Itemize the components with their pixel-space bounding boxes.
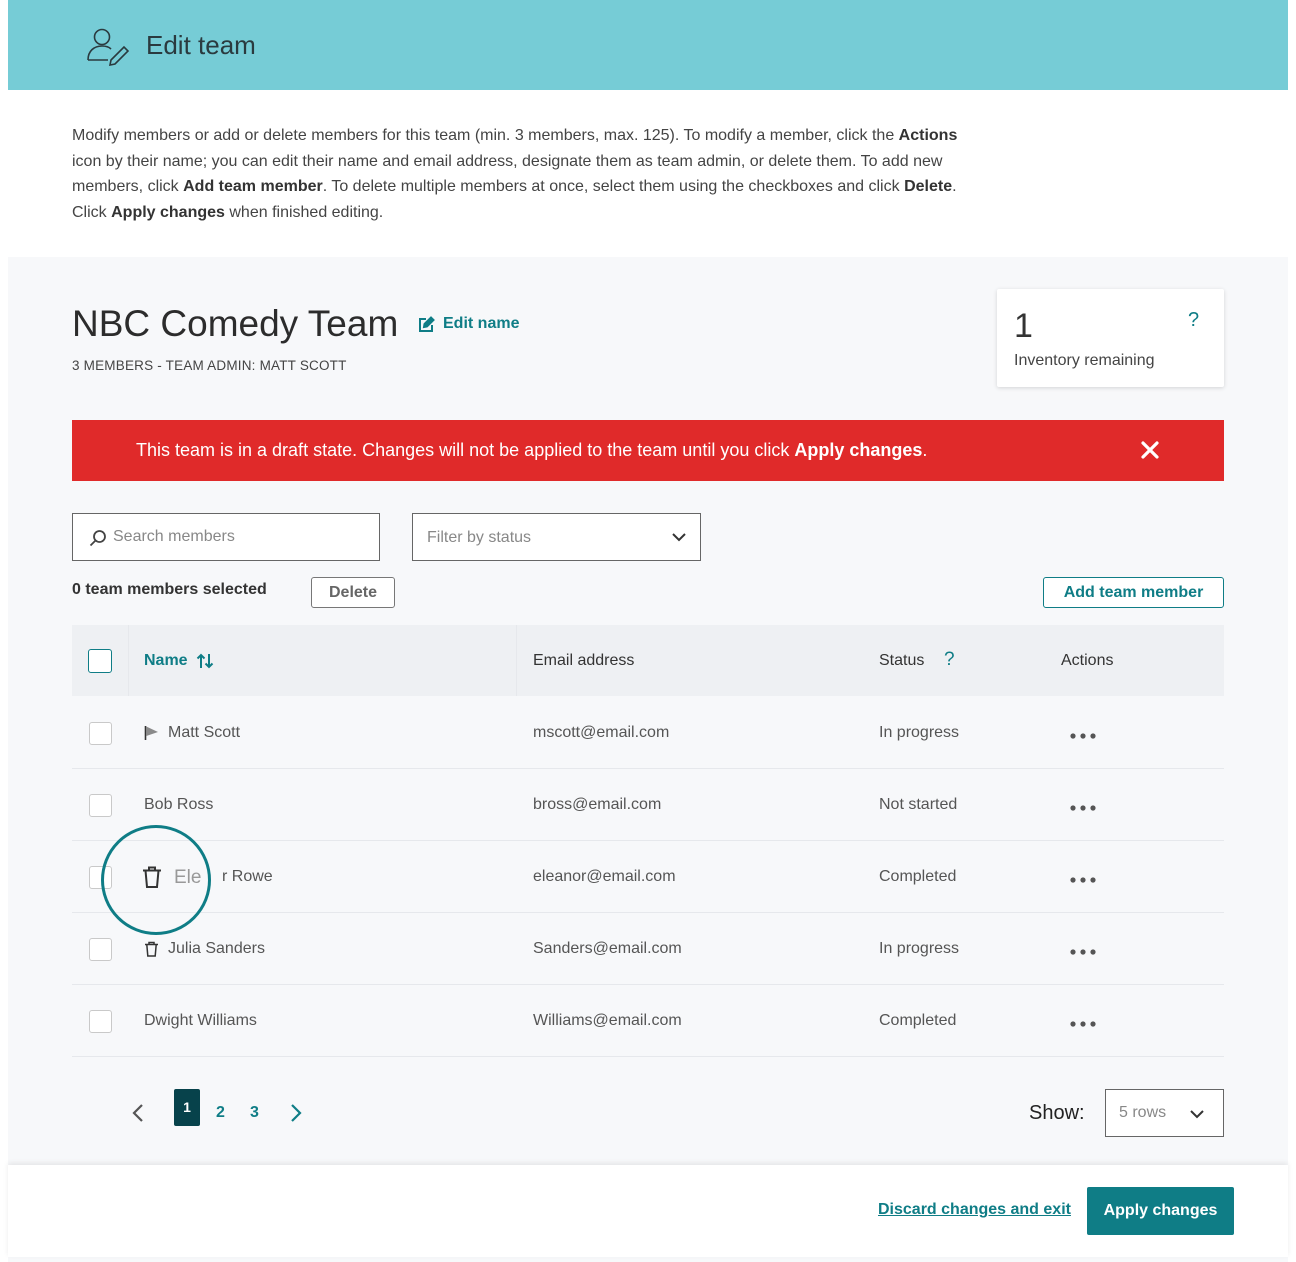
- intro-bold-delete: Delete: [904, 178, 953, 196]
- intro-text: Modify members or add or delete members …: [72, 123, 972, 226]
- intro-bold-add: Add team member: [183, 178, 323, 196]
- more-actions-icon[interactable]: [1070, 1021, 1096, 1027]
- row-checkbox[interactable]: [89, 722, 112, 745]
- inventory-card: 1 Inventory remaining ?: [997, 289, 1224, 387]
- row-checkbox[interactable]: [89, 938, 112, 961]
- member-name: Julia Sanders: [144, 940, 265, 958]
- member-email: mscott@email.com: [533, 724, 670, 741]
- add-team-member-button[interactable]: Add team member: [1043, 577, 1224, 608]
- more-actions-icon[interactable]: [1070, 949, 1096, 955]
- intro-part: Modify members or add or delete members …: [72, 127, 899, 144]
- name-column-header[interactable]: Name: [144, 652, 214, 670]
- sort-icon: [196, 653, 213, 669]
- table-row: Julia Sanders Sanders@email.com In progr…: [72, 913, 1224, 985]
- page-2-button[interactable]: 2: [216, 1104, 225, 1122]
- footer-bar: Discard changes and exit Apply changes: [8, 1165, 1288, 1257]
- column-divider: [516, 625, 517, 696]
- edit-name-button[interactable]: Edit name: [418, 315, 519, 333]
- page-header: Edit team: [8, 0, 1288, 90]
- member-status: In progress: [879, 724, 960, 741]
- row-checkbox[interactable]: [89, 794, 112, 817]
- page-3-button[interactable]: 3: [250, 1104, 259, 1122]
- member-name: r Rowe: [222, 868, 273, 886]
- status-filter-placeholder: Filter by status: [427, 529, 532, 546]
- page-1-button[interactable]: 1: [174, 1089, 200, 1126]
- rows-per-page-value: 5 rows: [1119, 1104, 1167, 1121]
- intro-bold-actions: Actions: [898, 127, 958, 144]
- member-name: Bob Ross: [144, 796, 213, 814]
- inventory-count: 1: [1014, 307, 1033, 345]
- alert-text: This team is in a draft state. Changes w…: [136, 440, 795, 460]
- search-box: [72, 513, 380, 561]
- column-divider: [128, 625, 129, 696]
- page-title: Edit team: [146, 30, 256, 60]
- alert-bold: Apply changes: [794, 440, 923, 460]
- table-row: Bob Ross bross@email.com Not started: [72, 769, 1224, 841]
- selected-count: 0 team members selected: [72, 581, 267, 598]
- intro-part: . To delete multiple members at once, se…: [322, 178, 905, 196]
- edit-name-label: Edit name: [443, 315, 520, 332]
- member-name: Dwight Williams: [144, 1012, 257, 1030]
- more-actions-icon[interactable]: [1070, 877, 1096, 883]
- table-row: Dwight Williams Williams@email.com Compl…: [72, 985, 1224, 1057]
- email-column-header: Email address: [533, 652, 635, 669]
- inventory-label: Inventory remaining: [1014, 352, 1155, 369]
- actions-column-header: Actions: [1061, 652, 1114, 669]
- rows-per-page-label: Show:: [1029, 1102, 1085, 1124]
- name-header-label: Name: [144, 652, 188, 669]
- member-name-text: Matt Scott: [168, 724, 241, 741]
- alert-message: This team is in a draft state. Changes w…: [136, 440, 927, 461]
- chevron-down-icon: [672, 533, 686, 542]
- edit-icon: [419, 315, 435, 332]
- member-email: bross@email.com: [533, 796, 662, 813]
- row-checkbox[interactable]: [89, 1010, 112, 1033]
- team-subtitle: 3 MEMBERS - TEAM ADMIN: MATT SCOTT: [72, 358, 347, 373]
- table-row: r Rowe eleanor@email.com Completed: [72, 841, 1224, 913]
- table-header: Name Email address Status ? Actions: [72, 625, 1224, 696]
- member-name-text: Bob Ross: [144, 796, 214, 813]
- table-row: Matt Scott mscott@email.com In progress: [72, 697, 1224, 769]
- search-input[interactable]: [113, 515, 373, 559]
- member-email: Sanders@email.com: [533, 940, 682, 957]
- member-status: Completed: [879, 868, 957, 885]
- delete-button[interactable]: Delete: [311, 577, 395, 608]
- discard-changes-link[interactable]: Discard changes and exit: [878, 1201, 1071, 1219]
- drag-cursor-ring: [101, 825, 211, 935]
- status-help-icon[interactable]: ?: [944, 649, 955, 671]
- member-name: Matt Scott: [144, 724, 240, 742]
- rows-per-page-select[interactable]: 5 rows: [1105, 1089, 1224, 1137]
- more-actions-icon[interactable]: [1070, 733, 1096, 739]
- apply-changes-button[interactable]: Apply changes: [1087, 1187, 1234, 1235]
- more-actions-icon[interactable]: [1070, 805, 1096, 811]
- member-email: Williams@email.com: [533, 1012, 682, 1029]
- member-status: Not started: [879, 796, 958, 813]
- member-name-text: Julia Sanders: [168, 940, 265, 957]
- user-edit-icon: [87, 28, 130, 66]
- chevron-right-icon[interactable]: [289, 1103, 303, 1123]
- status-column-header: Status: [879, 652, 925, 669]
- intro-bold-apply: Apply changes: [111, 204, 225, 222]
- status-filter-dropdown[interactable]: Filter by status: [412, 513, 701, 561]
- alert-suffix: .: [922, 440, 928, 460]
- draft-alert: This team is in a draft state. Changes w…: [72, 420, 1224, 481]
- search-icon: [89, 530, 106, 547]
- help-icon[interactable]: ?: [1188, 309, 1199, 332]
- member-name-text: r Rowe: [222, 868, 273, 885]
- member-status: Completed: [879, 1012, 957, 1029]
- chevron-down-icon: [1190, 1110, 1204, 1119]
- select-all-checkbox[interactable]: [88, 649, 112, 673]
- close-icon[interactable]: [1138, 438, 1162, 462]
- chevron-left-icon[interactable]: [131, 1103, 145, 1123]
- trash-icon: [145, 941, 158, 957]
- member-email: eleanor@email.com: [533, 868, 676, 885]
- flag-icon: [144, 726, 158, 740]
- team-name: NBC Comedy Team: [72, 303, 399, 344]
- member-status: In progress: [879, 940, 960, 957]
- intro-part: when finished editing.: [224, 204, 384, 222]
- member-name-text: Dwight Williams: [144, 1012, 257, 1029]
